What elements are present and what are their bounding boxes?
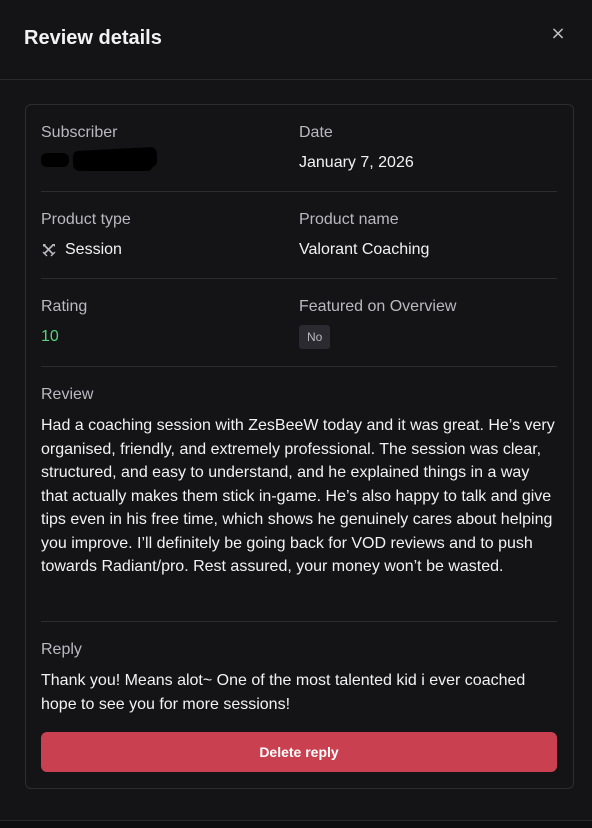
date-value: January 7, 2026 xyxy=(299,154,414,171)
featured-label: Featured on Overview xyxy=(299,298,457,315)
date-field: Date January 7, 2026 xyxy=(299,123,414,173)
product-type-field: Product type Session xyxy=(41,210,131,260)
reply-text: Thank you! Means alot~ One of the most t… xyxy=(41,672,526,713)
reply-section: Reply Thank you! Means alot~ One of the … xyxy=(41,640,557,716)
product-name-value: Valorant Coaching xyxy=(299,241,430,258)
product-type-value: Session xyxy=(41,240,131,260)
rating-label: Rating xyxy=(41,298,88,315)
subscriber-redacted-name xyxy=(41,146,159,175)
delete-reply-button[interactable]: Delete reply xyxy=(41,732,557,772)
product-name-label: Product name xyxy=(299,211,399,228)
review-details-modal: Review details × Subscriber Date January… xyxy=(0,0,592,821)
reply-label: Reply xyxy=(41,641,82,658)
product-type-text: Session xyxy=(65,241,122,258)
modal-header: Review details × xyxy=(0,0,592,80)
crossed-swords-icon xyxy=(41,242,57,258)
modal-title: Review details xyxy=(24,27,162,49)
rating-row: Rating 10 Featured on Overview No xyxy=(41,297,557,367)
subscriber-date-row: Subscriber Date January 7, 2026 xyxy=(41,123,557,192)
subscriber-field: Subscriber xyxy=(41,123,159,175)
close-icon[interactable]: × xyxy=(550,25,566,43)
rating-value: 10 xyxy=(41,328,59,345)
date-label: Date xyxy=(299,124,333,141)
subscriber-label: Subscriber xyxy=(41,124,118,141)
product-type-label: Product type xyxy=(41,211,131,228)
product-name-field: Product name Valorant Coaching xyxy=(299,210,429,260)
product-row: Product type Session Product name Valora… xyxy=(41,210,557,279)
review-text: Had a coaching session with ZesBeeW toda… xyxy=(41,417,555,575)
featured-badge: No xyxy=(299,325,331,349)
review-card: Subscriber Date January 7, 2026 Product … xyxy=(25,104,574,789)
rating-field: Rating 10 xyxy=(41,297,87,347)
featured-field: Featured on Overview No xyxy=(299,297,456,349)
review-section: Review Had a coaching session with ZesBe… xyxy=(41,385,557,622)
review-label: Review xyxy=(41,386,94,403)
